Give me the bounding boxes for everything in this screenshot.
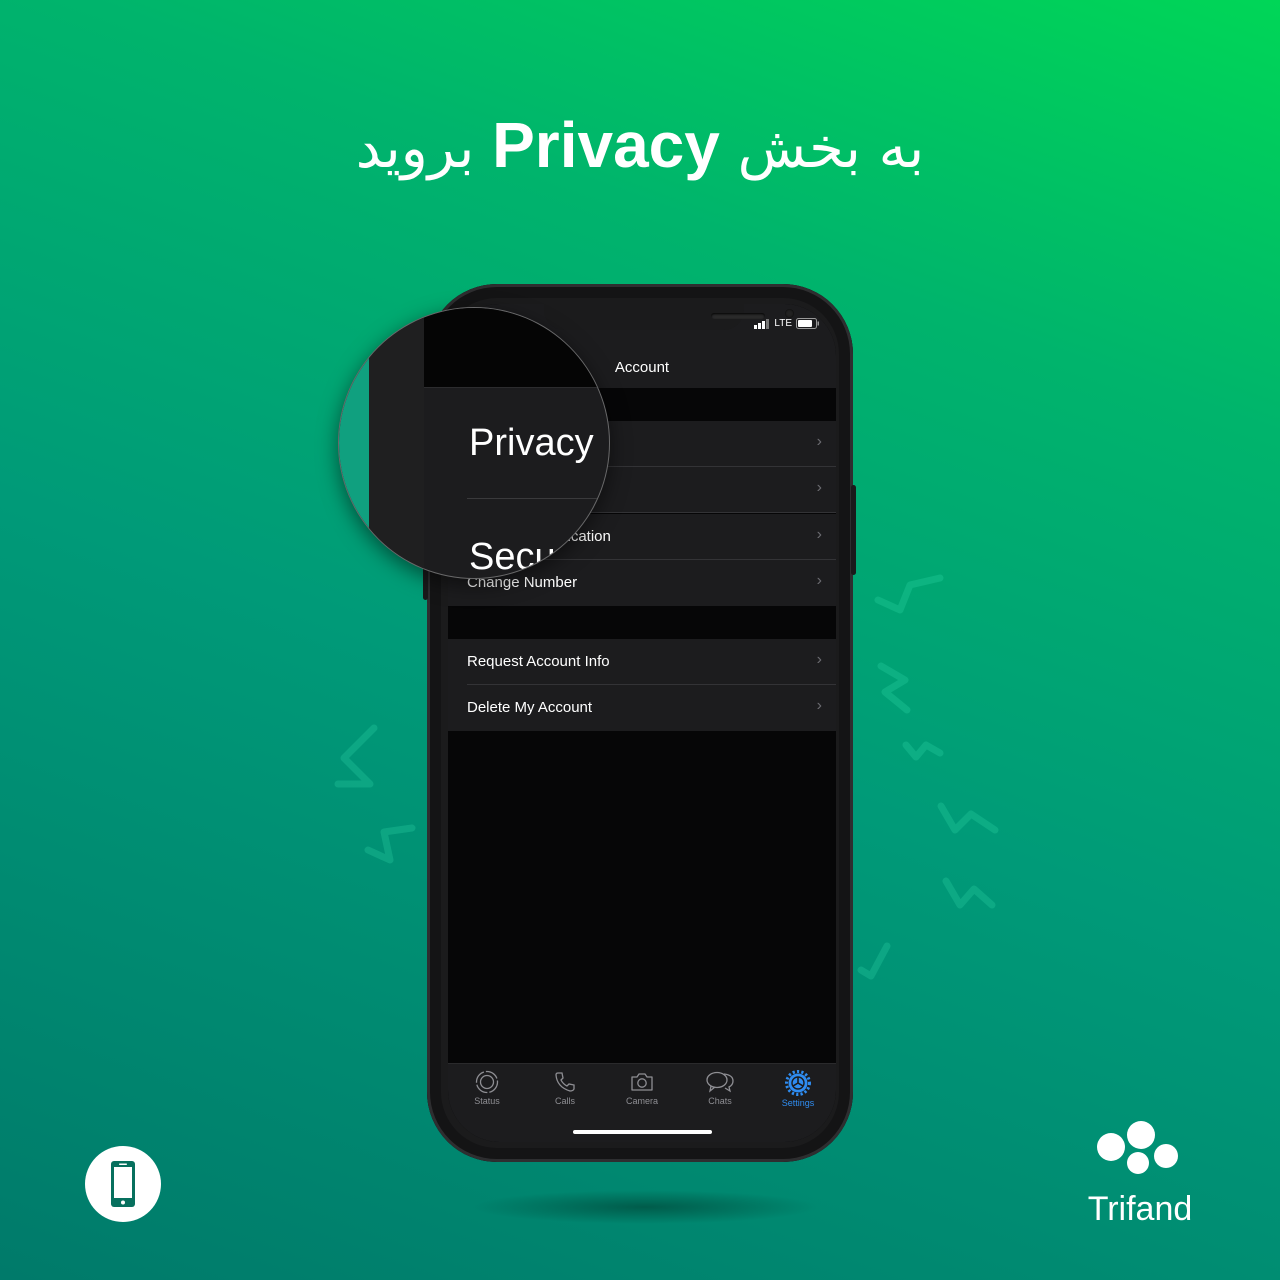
tab-label: Status	[474, 1096, 500, 1106]
headline: به بخش Privacy بروید	[0, 108, 1280, 182]
magnified-nav-bar	[424, 308, 609, 388]
mobile-badge	[85, 1146, 161, 1222]
chevron-right-icon: ›	[816, 697, 822, 714]
magnified-security-label: Secu	[469, 536, 556, 578]
smartphone-icon	[111, 1161, 135, 1207]
decor-squiggle	[364, 824, 416, 864]
home-indicator[interactable]	[573, 1130, 712, 1134]
brand-name: Trifand	[1087, 1190, 1193, 1228]
decor-squiggle	[937, 802, 999, 834]
headline-prefix: به بخش	[737, 116, 925, 181]
tab-camera[interactable]: Camera	[603, 1070, 681, 1106]
magnified-privacy-label: Privacy	[469, 422, 594, 464]
list-item-label: Delete My Account	[467, 699, 593, 716]
tab-settings[interactable]: Settings	[759, 1070, 836, 1108]
tab-chats[interactable]: Chats	[681, 1070, 759, 1106]
tab-label: Settings	[781, 1098, 815, 1108]
battery-icon	[796, 318, 819, 329]
decor-squiggle	[902, 741, 944, 761]
decor-squiggle	[942, 877, 996, 909]
list-item-label: Request Account Info	[467, 653, 610, 670]
decor-squiggle	[334, 724, 378, 788]
phone-shadow	[470, 1190, 820, 1224]
magnified-phone-edge	[369, 308, 424, 578]
chat-bubbles-icon	[706, 1071, 734, 1093]
decor-squiggle	[874, 574, 944, 614]
status-icons: LTE	[754, 318, 820, 329]
headline-keyword: Privacy	[492, 109, 720, 181]
decor-squiggle	[857, 942, 891, 980]
chevron-right-icon: ›	[816, 433, 822, 450]
decor-squiggle	[877, 662, 911, 714]
camera-icon	[631, 1073, 653, 1091]
tab-label: Calls	[554, 1096, 575, 1106]
chevron-right-icon: ›	[816, 526, 822, 543]
tab-label: Chats	[708, 1096, 732, 1106]
chevron-right-icon: ›	[816, 479, 822, 496]
front-camera	[785, 309, 794, 318]
tab-status[interactable]: Status	[448, 1070, 526, 1106]
tab-calls[interactable]: Calls	[526, 1070, 604, 1106]
divider	[467, 498, 609, 499]
phone-icon	[555, 1072, 575, 1092]
status-icon	[475, 1070, 499, 1094]
signal-bars-icon	[754, 318, 770, 329]
magnified-background	[339, 308, 369, 578]
magnifier-lens: Privacy Secu	[338, 307, 610, 579]
phone-side-button	[851, 485, 856, 575]
list-item[interactable]: Delete My Account ›	[448, 685, 836, 731]
tab-label: Camera	[625, 1096, 658, 1106]
list-item[interactable]: Request Account Info ›	[448, 639, 836, 685]
headline-suffix: بروید	[355, 116, 475, 181]
network-label: LTE	[774, 318, 792, 329]
gear-icon	[785, 1070, 811, 1096]
chevron-right-icon: ›	[816, 572, 822, 589]
chevron-right-icon: ›	[816, 651, 822, 668]
tab-bar: Status Calls Camera Chats Settings	[448, 1063, 836, 1142]
